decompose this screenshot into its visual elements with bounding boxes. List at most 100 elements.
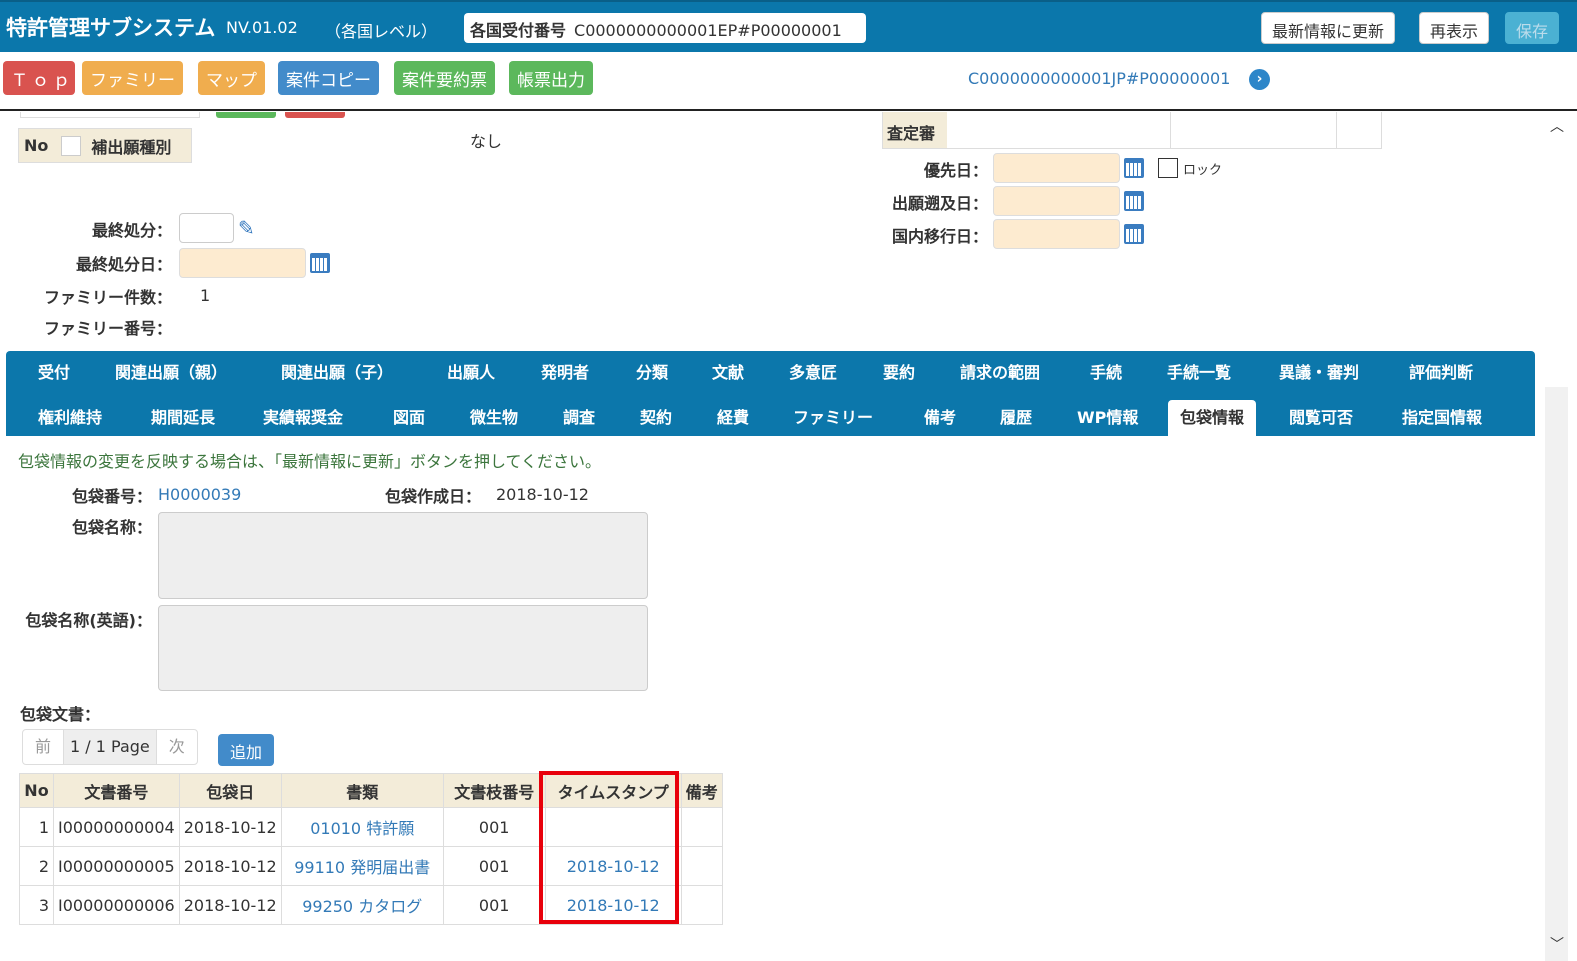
priority-date-label: 優先日： — [923, 161, 988, 180]
tab-row2-1[interactable]: 期間延長 — [151, 400, 215, 436]
tab-row1-2[interactable]: 関連出願（子） — [281, 355, 393, 391]
remarks — [680, 846, 723, 886]
save-button[interactable]: 保存 — [1505, 12, 1560, 44]
tab-row2-13[interactable]: 閲覧可否 — [1289, 400, 1353, 436]
document-type-link[interactable]: 99250 カタログ — [280, 885, 444, 925]
lock-checkbox[interactable] — [1158, 158, 1178, 178]
timestamp-highlight-box — [539, 771, 679, 924]
calendar-icon[interactable] — [1124, 158, 1144, 178]
family-count-value: 1 — [200, 286, 211, 305]
chevron-right-icon[interactable]: › — [1249, 69, 1270, 90]
tab-row2-3[interactable]: 図面 — [393, 400, 425, 436]
tab-row2-11[interactable]: WP情報 — [1077, 400, 1138, 436]
tab-row1-13[interactable]: 評価判断 — [1409, 355, 1473, 391]
document-type-link[interactable]: 01010 特許願 — [280, 807, 444, 847]
tab-row1-9[interactable]: 請求の範囲 — [960, 355, 1040, 391]
header-bar: 特許管理サブシステム NV.01.02 （各国レベル） 各国受付番号 C00000… — [0, 0, 1577, 52]
tab-row1-0[interactable]: 受付 — [38, 355, 70, 391]
tab-row1-8[interactable]: 要約 — [883, 355, 915, 391]
receipt-number-box: 各国受付番号 C0000000000001EP#P00000001 — [464, 13, 866, 43]
tab-row2-7[interactable]: 経費 — [717, 400, 749, 436]
update-latest-button[interactable]: 最新情報に更新 — [1261, 12, 1396, 44]
tab-row1-12[interactable]: 異議・審判 — [1279, 355, 1359, 391]
wrapper-created-label: 包袋作成日： — [385, 487, 482, 506]
national-entry-date-label: 国内移行日： — [891, 227, 988, 246]
app-version: NV.01.02 — [226, 18, 298, 37]
row-number: 2 — [19, 846, 54, 886]
wrapper-created-value: 2018-10-12 — [496, 485, 589, 504]
supplement-table-header: No 補出願種別 — [18, 128, 192, 163]
top-button[interactable]: Ｔｏｐ — [3, 61, 75, 95]
tab-row2-14[interactable]: 指定国情報 — [1402, 400, 1482, 436]
wrapper-name-textarea[interactable] — [158, 512, 648, 599]
column-header: 文書番号 — [53, 773, 180, 808]
clipped-red-button[interactable] — [285, 112, 345, 118]
family-count-label: ファミリー件数： — [43, 288, 172, 307]
wrapper-name-en-textarea[interactable] — [158, 605, 648, 691]
family-button[interactable]: ファミリー — [82, 61, 183, 95]
tab-row2-10[interactable]: 履歴 — [1000, 400, 1032, 436]
wrapper-number-link[interactable]: H0000039 — [158, 485, 241, 504]
family-number-label: ファミリー番号： — [43, 319, 172, 338]
document-number: I00000000005 — [53, 846, 180, 886]
edit-icon[interactable]: ✎ — [238, 216, 255, 240]
examiner-label: 査定審 — [883, 112, 947, 148]
clipped-green-button[interactable] — [216, 112, 276, 118]
tab-row2-0[interactable]: 権利維持 — [38, 400, 102, 436]
page-indicator: 1 / 1 Page — [64, 730, 157, 764]
tab-row2-9[interactable]: 備考 — [924, 400, 956, 436]
tab-row2-2[interactable]: 実績報奨金 — [263, 400, 343, 436]
wrapper-date: 2018-10-12 — [178, 807, 282, 847]
tab-row1-5[interactable]: 分類 — [636, 355, 668, 391]
tab-row1-1[interactable]: 関連出願（親） — [115, 355, 227, 391]
tab-row1-7[interactable]: 多意匠 — [789, 355, 837, 391]
case-summary-button[interactable]: 案件要約票 — [394, 61, 495, 95]
final-disposition-input[interactable] — [179, 213, 234, 243]
add-document-button[interactable]: 追加 — [218, 734, 275, 766]
document-type-link[interactable]: 99110 発明届出書 — [280, 846, 444, 886]
case-copy-button[interactable]: 案件コピー — [278, 61, 379, 95]
document-number: I00000000004 — [53, 807, 180, 847]
representative-value: なし — [470, 132, 503, 151]
report-output-button[interactable]: 帳票出力 — [509, 61, 593, 95]
column-header: 包袋日 — [178, 773, 282, 808]
select-all-checkbox[interactable] — [61, 135, 82, 156]
calendar-icon[interactable] — [1124, 224, 1144, 244]
next-page-button[interactable]: 次 — [157, 730, 197, 764]
clipped-pager — [20, 112, 200, 118]
row-number: 1 — [19, 807, 54, 847]
prev-page-button[interactable]: 前 — [23, 730, 65, 764]
tab-row2-4[interactable]: 微生物 — [470, 400, 518, 436]
tab-row1-6[interactable]: 文献 — [712, 355, 744, 391]
redisplay-button[interactable]: 再表示 — [1419, 12, 1490, 44]
final-disposition-date-input[interactable] — [179, 248, 306, 278]
national-entry-date-input[interactable] — [993, 219, 1120, 249]
tab-row1-3[interactable]: 出願人 — [447, 355, 495, 391]
tab-row2-8[interactable]: ファミリー — [793, 400, 873, 436]
no-header: No — [24, 136, 49, 155]
tab-row1-10[interactable]: 手続 — [1090, 355, 1122, 391]
case-link[interactable]: C0000000000001JP#P00000001 — [968, 69, 1230, 88]
tab-row1-11[interactable]: 手続一覧 — [1167, 355, 1231, 391]
row-number: 3 — [19, 885, 54, 925]
wrapper-date: 2018-10-12 — [178, 885, 282, 925]
branch-number: 001 — [442, 885, 546, 925]
final-disposition-label: 最終処分： — [91, 221, 172, 240]
retro-date-input[interactable] — [993, 186, 1120, 216]
pager: 前 1 / 1 Page 次 — [22, 729, 198, 765]
tab-row1-4[interactable]: 発明者 — [541, 355, 589, 391]
map-button[interactable]: マップ — [198, 61, 265, 95]
tab-row2-5[interactable]: 調査 — [563, 400, 595, 436]
final-disposition-date-label: 最終処分日： — [75, 255, 172, 274]
priority-date-input[interactable] — [993, 153, 1120, 183]
calendar-icon[interactable] — [1124, 191, 1144, 211]
calendar-icon[interactable] — [310, 253, 330, 273]
branch-number: 001 — [442, 846, 546, 886]
scroll-up-icon[interactable]: ︿ — [1550, 116, 1564, 136]
tab-row2-12[interactable]: 包袋情報 — [1168, 400, 1257, 436]
tab-row2-6[interactable]: 契約 — [640, 400, 672, 436]
column-header: 書類 — [280, 773, 444, 808]
scrollbar[interactable]: ︿ ﹀ — [1545, 112, 1568, 961]
column-header: No — [19, 773, 54, 808]
scroll-down-icon[interactable]: ﹀ — [1550, 934, 1564, 954]
